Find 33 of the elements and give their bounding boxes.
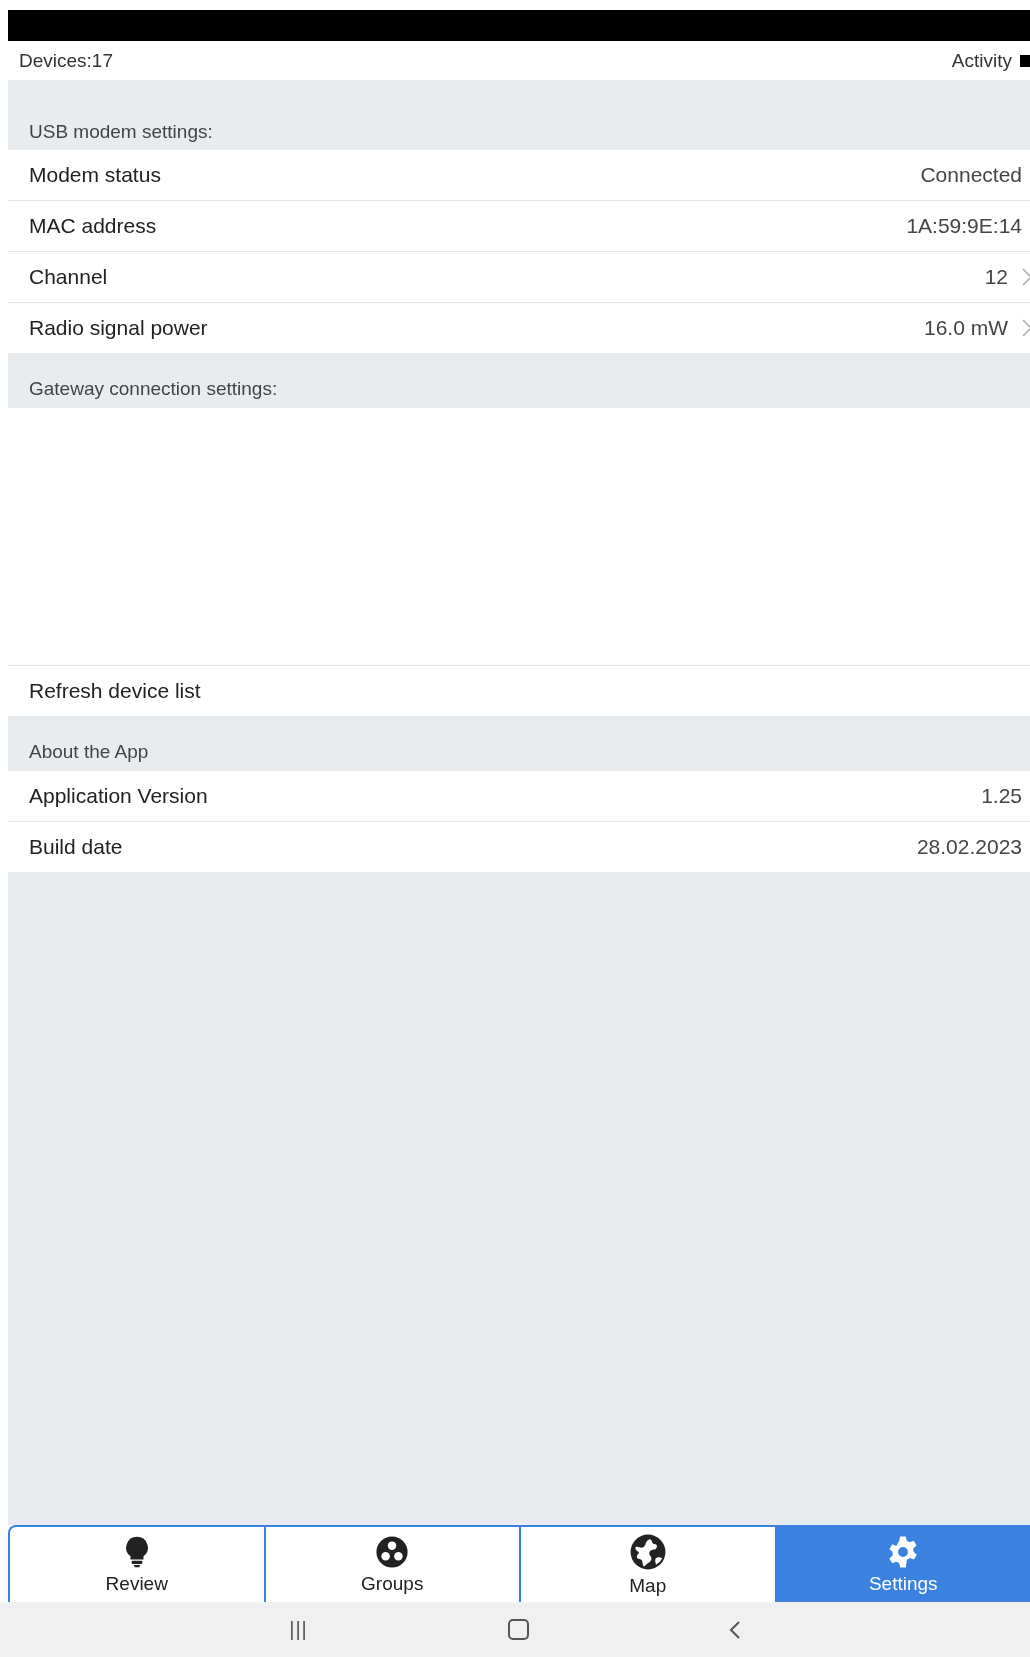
tab-label: Map (629, 1574, 667, 1597)
recents-button[interactable]: ||| (289, 1618, 308, 1641)
device-count: Devices:17 (19, 49, 113, 72)
row-label[interactable]: Channel (29, 265, 108, 289)
section-title: Gateway connection settings: (29, 378, 278, 400)
section-title: About the App (29, 741, 149, 763)
lightbulb-icon (123, 1534, 150, 1569)
tab-label: Groups (361, 1572, 424, 1595)
row-label: Application Version (29, 784, 208, 808)
row-label: Modem status (29, 163, 161, 187)
tab-label: Review (105, 1572, 168, 1595)
row-value: Connected (920, 163, 1022, 187)
tab[interactable]: Groups (265, 1527, 521, 1602)
dots-circle-icon (375, 1534, 410, 1569)
row-label[interactable]: Refresh device list (29, 679, 201, 703)
section-title: USB modem settings: (29, 121, 213, 143)
tab[interactable]: Map (521, 1527, 777, 1602)
row-value: 28.02.2023 (916, 835, 1022, 859)
activity-indicator-icon (1020, 54, 1030, 67)
tab-label: Settings (868, 1572, 938, 1595)
row-label[interactable]: Radio signal power (29, 316, 208, 340)
row-value: 1.25 (981, 784, 1022, 808)
row-value: 12 (984, 265, 1008, 289)
home-button[interactable] (507, 1619, 529, 1640)
row-value: 1A:59:9E:14 (906, 214, 1022, 238)
tab[interactable]: Settings (776, 1527, 1030, 1602)
tab[interactable]: Review (10, 1527, 266, 1602)
activity-label: Activity (951, 49, 1012, 72)
row-value: 16.0 mW (923, 316, 1008, 340)
row-label: Build date (29, 835, 123, 859)
back-button[interactable] (728, 1619, 741, 1640)
row-label: MAC address (29, 214, 157, 238)
globe-icon (628, 1532, 667, 1571)
